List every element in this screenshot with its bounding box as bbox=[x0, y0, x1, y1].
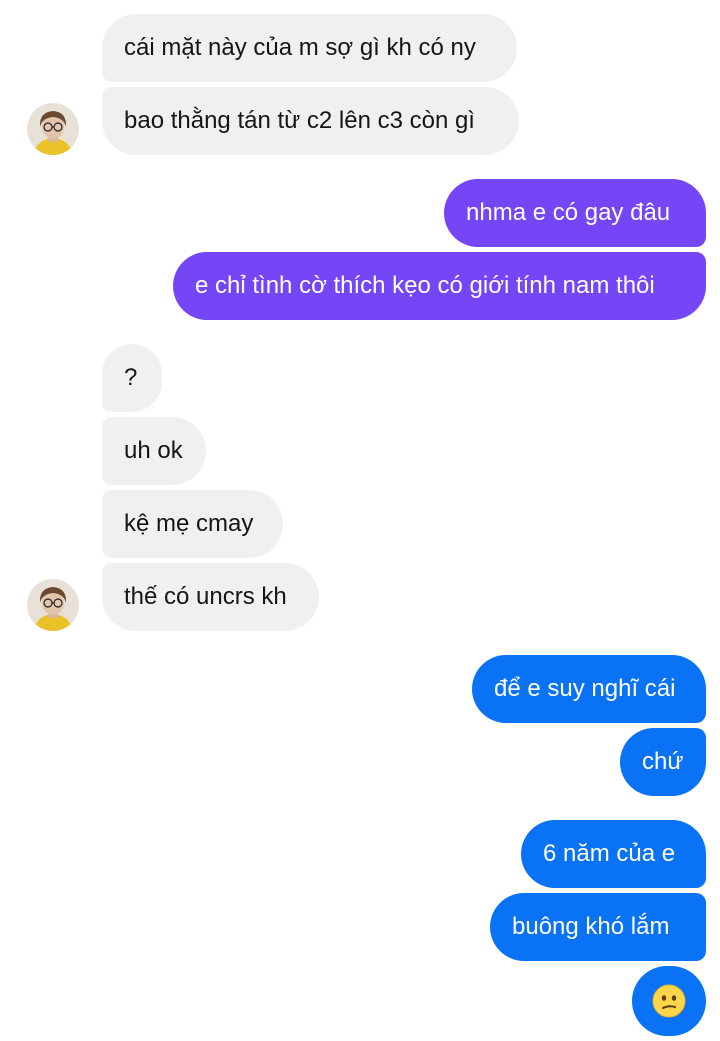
outgoing-message[interactable]: để e suy nghĩ cái bbox=[472, 655, 706, 723]
message-text: uh ok bbox=[124, 437, 183, 464]
outgoing-message[interactable]: chứ bbox=[620, 728, 706, 796]
incoming-message[interactable]: kệ mẹ cmay bbox=[102, 490, 283, 558]
incoming-message[interactable]: uh ok bbox=[102, 417, 206, 485]
contact-avatar[interactable] bbox=[27, 579, 79, 631]
outgoing-emoji-message[interactable] bbox=[632, 966, 706, 1036]
outgoing-message[interactable]: 6 năm của e bbox=[521, 820, 706, 888]
incoming-message[interactable]: cái mặt này của m sợ gì kh có ny bbox=[102, 14, 517, 82]
message-text: buông khó lắm bbox=[512, 913, 670, 940]
incoming-message[interactable]: bao thằng tán từ c2 lên c3 còn gì bbox=[102, 87, 519, 155]
avatar-image bbox=[27, 579, 79, 631]
message-text: ? bbox=[124, 364, 138, 391]
outgoing-message[interactable]: e chỉ tình cờ thích kẹo có giới tính nam… bbox=[173, 252, 706, 320]
message-text: nhma e có gay đâu bbox=[466, 199, 671, 226]
message-text: thế có uncrs kh bbox=[124, 583, 287, 610]
outgoing-message[interactable]: buông khó lắm bbox=[490, 893, 706, 961]
message-text: chứ bbox=[642, 748, 684, 775]
incoming-message[interactable]: ? bbox=[102, 344, 162, 412]
message-text: 6 năm của e bbox=[543, 840, 676, 867]
outgoing-message[interactable]: nhma e có gay đâu bbox=[444, 179, 706, 247]
message-text: bao thằng tán từ c2 lên c3 còn gì bbox=[124, 107, 475, 134]
message-text: e chỉ tình cờ thích kẹo có giới tính nam… bbox=[195, 272, 655, 299]
contact-avatar[interactable] bbox=[27, 103, 79, 155]
confused-face-emoji-icon bbox=[652, 984, 686, 1018]
avatar-image bbox=[27, 103, 79, 155]
message-text: cái mặt này của m sợ gì kh có ny bbox=[124, 34, 476, 61]
message-text: kệ mẹ cmay bbox=[124, 510, 254, 537]
incoming-message[interactable]: thế có uncrs kh bbox=[102, 563, 319, 631]
message-text: để e suy nghĩ cái bbox=[494, 675, 676, 702]
